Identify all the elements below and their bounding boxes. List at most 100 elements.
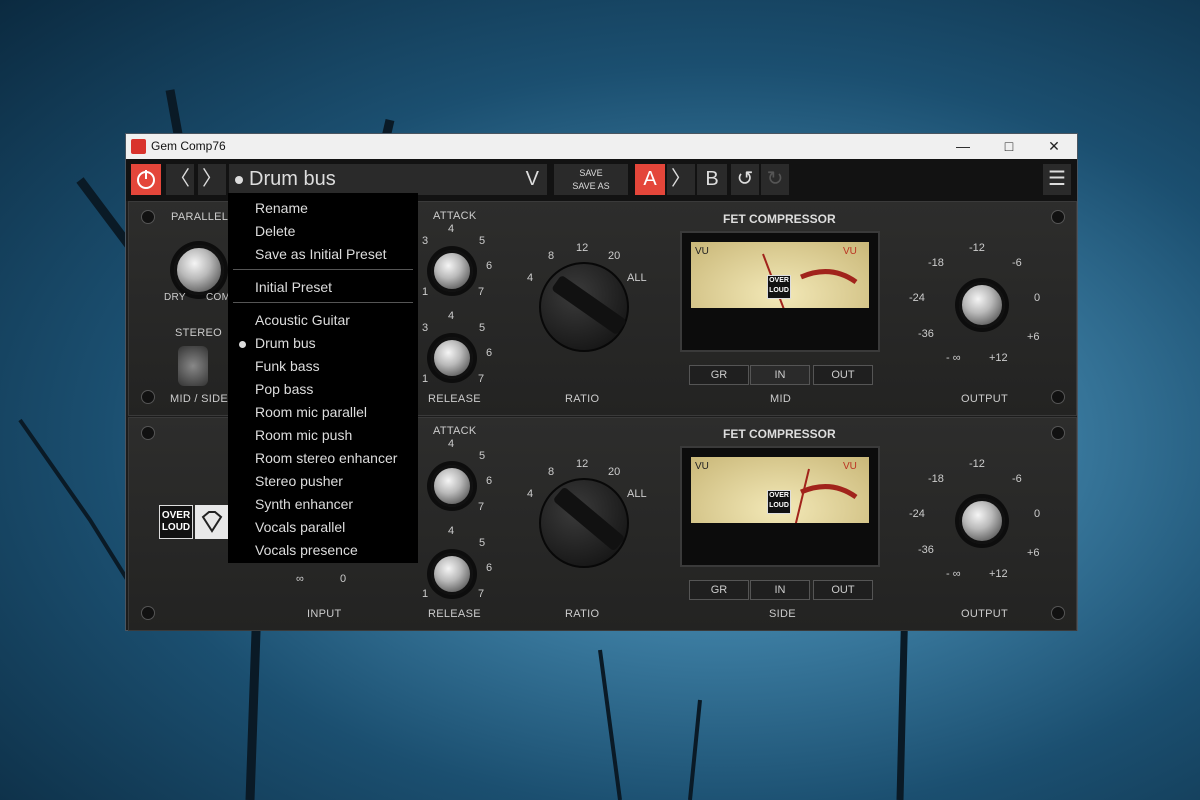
vu-meter-face: VU VU OVER LOUD <box>691 457 869 523</box>
output-tick: -24 <box>909 508 925 520</box>
ratio-tick: 12 <box>576 458 589 470</box>
menu-item-save-initial[interactable]: Save as Initial Preset <box>255 246 387 262</box>
preset-item[interactable]: Stereo pusher <box>255 473 343 489</box>
screw <box>141 390 155 404</box>
selected-preset-dot <box>239 341 246 348</box>
save-button[interactable]: SAVE <box>554 167 628 180</box>
output-tick: +6 <box>1027 547 1040 559</box>
release-tick: 5 <box>479 322 486 334</box>
preset-item[interactable]: Room mic push <box>255 427 352 443</box>
output-tick: -18 <box>928 257 944 269</box>
ratio-tick: 4 <box>527 272 534 284</box>
preset-item[interactable]: Synth enhancer <box>255 496 353 512</box>
output-tick: +6 <box>1027 331 1040 343</box>
attack-knob[interactable] <box>431 250 473 292</box>
minimize-button[interactable]: — <box>940 134 986 159</box>
release-tick: 7 <box>478 373 485 385</box>
undo-button[interactable]: ↺ <box>731 164 759 195</box>
in-button[interactable]: IN <box>750 580 810 600</box>
output-knob[interactable] <box>959 282 1005 328</box>
stereo-label: STEREO <box>175 327 223 339</box>
output-tick: -12 <box>969 242 985 254</box>
vu-meter-face: VU VU OVER LOUD <box>691 242 869 308</box>
preset-item[interactable]: Acoustic Guitar <box>255 312 350 328</box>
release-tick: 7 <box>478 588 485 600</box>
a-slot-button[interactable]: A <box>635 164 665 195</box>
screw <box>1051 426 1065 440</box>
attack-label: ATTACK <box>433 425 477 437</box>
stereo-mid-side-toggle[interactable] <box>178 346 208 386</box>
preset-item[interactable]: Room stereo enhancer <box>255 450 397 466</box>
screw <box>141 606 155 620</box>
preset-item[interactable]: Pop bass <box>255 381 313 397</box>
output-tick: -18 <box>928 473 944 485</box>
menu-item-initial-preset[interactable]: Initial Preset <box>255 279 332 295</box>
parallel-knob[interactable] <box>174 245 224 295</box>
release-knob[interactable] <box>431 553 473 595</box>
out-button[interactable]: OUT <box>813 365 873 385</box>
attack-knob[interactable] <box>431 465 473 507</box>
gr-button[interactable]: GR <box>689 365 749 385</box>
release-knob[interactable] <box>431 337 473 379</box>
redo-button[interactable]: ↻ <box>761 164 789 195</box>
preset-item[interactable]: Vocals presence <box>255 542 358 558</box>
release-tick: 1 <box>422 373 429 385</box>
release-tick: 4 <box>448 310 455 322</box>
overloud-logo: OVER LOUD <box>159 505 193 539</box>
brand-over: OVER <box>769 277 789 284</box>
release-tick: 6 <box>486 562 493 574</box>
attack-tick: 5 <box>479 450 486 462</box>
menu-item-rename[interactable]: Rename <box>255 200 308 216</box>
menu-button[interactable]: ☰ <box>1043 164 1071 195</box>
ratio-tick: 20 <box>608 250 621 262</box>
save-button-group: SAVE SAVE AS <box>554 164 628 195</box>
power-button[interactable] <box>131 164 161 195</box>
release-tick: 5 <box>479 537 486 549</box>
attack-tick: 6 <box>486 475 493 487</box>
save-as-button[interactable]: SAVE AS <box>554 180 628 193</box>
input-tick: 0 <box>340 573 347 585</box>
preset-selector[interactable]: Drum bus V <box>229 164 547 195</box>
vu-meter: VU VU OVER LOUD <box>680 231 880 352</box>
b-slot-button[interactable]: B <box>697 164 727 195</box>
preset-item[interactable]: Vocals parallel <box>255 519 345 535</box>
window-title: Gem Comp76 <box>151 139 226 153</box>
gem-diamond-icon <box>195 505 229 539</box>
ratio-tick: 4 <box>527 488 534 500</box>
release-tick: 4 <box>448 525 455 537</box>
menu-item-delete[interactable]: Delete <box>255 223 295 239</box>
output-knob[interactable] <box>959 498 1005 544</box>
menu-divider <box>233 269 413 270</box>
parallel-label: PARALLEL <box>171 211 229 223</box>
fet-compressor-title: FET COMPRESSOR <box>723 212 836 226</box>
copy-a-to-b-button[interactable]: 〉 <box>667 164 695 195</box>
ratio-tick: 20 <box>608 466 621 478</box>
preset-item[interactable]: Drum bus <box>255 335 316 351</box>
preset-item[interactable]: Room mic parallel <box>255 404 367 420</box>
gem-logo-icon <box>131 139 146 154</box>
out-button[interactable]: OUT <box>813 580 873 600</box>
preset-menu: Rename Delete Save as Initial Preset Ini… <box>228 193 418 563</box>
next-preset-button[interactable]: 〉 <box>198 164 226 195</box>
maximize-button[interactable]: □ <box>986 134 1032 159</box>
attack-tick: 3 <box>422 235 429 247</box>
output-tick: 0 <box>1034 292 1041 304</box>
gr-button[interactable]: GR <box>689 580 749 600</box>
title-bar: Gem Comp76 — □ ✕ <box>126 134 1077 159</box>
output-tick: 0 <box>1034 508 1041 520</box>
attack-tick: 5 <box>479 235 486 247</box>
preset-item[interactable]: Funk bass <box>255 358 320 374</box>
output-tick: - ∞ <box>946 568 961 580</box>
overloud-meter-badge: OVER LOUD <box>767 275 791 299</box>
input-tick: ∞ <box>296 573 304 585</box>
in-button[interactable]: IN <box>750 365 810 385</box>
ratio-label: RATIO <box>565 393 600 405</box>
output-tick: -24 <box>909 292 925 304</box>
close-button[interactable]: ✕ <box>1031 134 1077 159</box>
attack-tick: 4 <box>448 223 455 235</box>
brand-loud: LOUD <box>769 502 789 509</box>
brand-loud: LOUD <box>769 287 789 294</box>
previous-preset-button[interactable]: 〈 <box>166 164 194 195</box>
ratio-tick: 8 <box>548 466 555 478</box>
channel-mode-label: MID <box>770 393 792 405</box>
